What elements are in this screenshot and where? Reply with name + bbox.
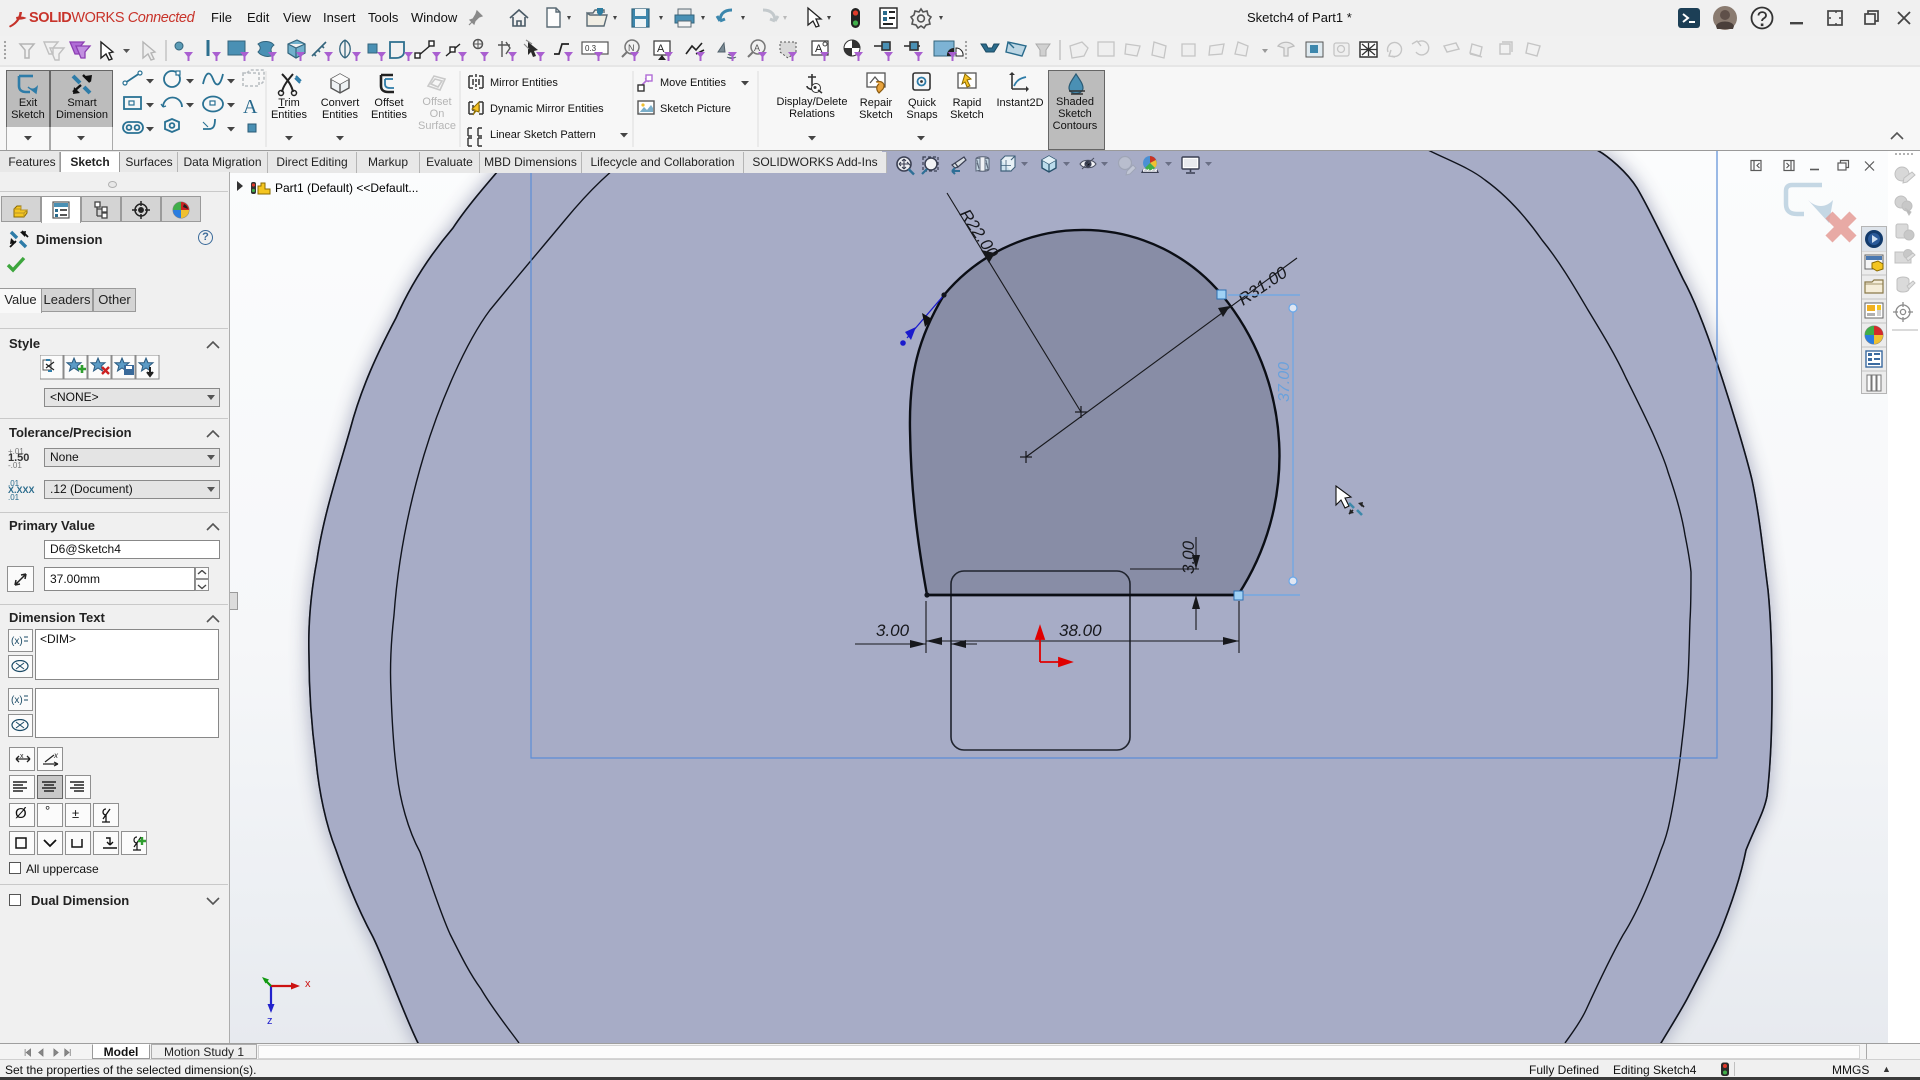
svg-text:z: z bbox=[267, 1015, 273, 1027]
svg-text:0.3: 0.3 bbox=[585, 44, 597, 53]
svg-text:N: N bbox=[628, 43, 635, 53]
svg-text:x: x bbox=[20, 753, 24, 760]
svg-text:38.00: 38.00 bbox=[1059, 621, 1102, 640]
svg-text:3.00: 3.00 bbox=[876, 621, 910, 640]
svg-text:A: A bbox=[754, 43, 760, 53]
svg-text:3.00: 3.00 bbox=[1179, 540, 1198, 574]
svg-text:A: A bbox=[243, 96, 258, 118]
svg-text:(x): (x) bbox=[11, 636, 23, 647]
svg-text:(x): (x) bbox=[11, 695, 23, 706]
svg-text:x: x bbox=[53, 751, 59, 760]
svg-text:x: x bbox=[305, 978, 311, 990]
svg-text:A: A bbox=[657, 43, 665, 55]
svg-text:37.00: 37.00 bbox=[1276, 362, 1293, 402]
